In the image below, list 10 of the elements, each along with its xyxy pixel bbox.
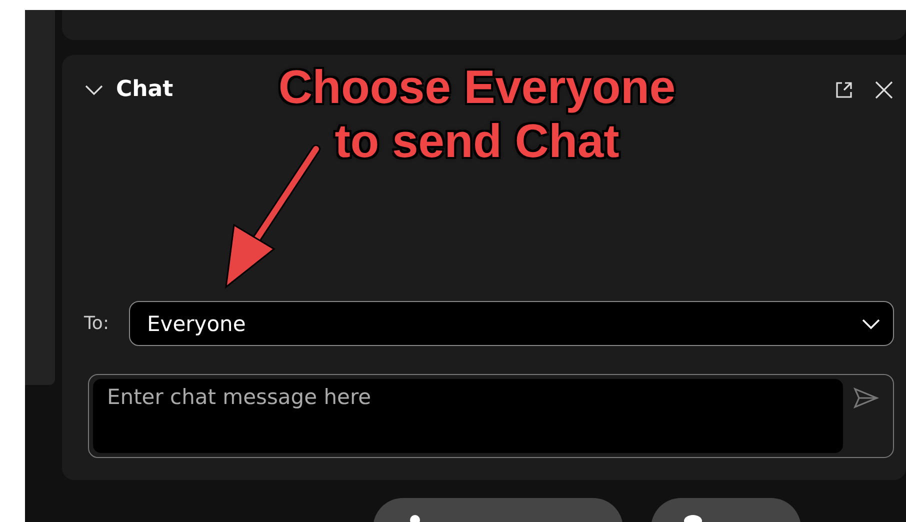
recipient-dropdown[interactable]: Everyone	[129, 301, 894, 346]
annotation-text: to send Chat	[334, 114, 620, 168]
annotation-text: Choose Everyone	[278, 60, 676, 114]
close-icon[interactable]	[874, 80, 894, 100]
chevron-down-icon	[861, 318, 881, 330]
to-label: To:	[84, 313, 110, 334]
message-field[interactable]: Enter chat message here	[88, 374, 894, 458]
pop-out-icon[interactable]	[834, 80, 854, 100]
chevron-down-icon[interactable]	[84, 84, 104, 96]
chat-title: Chat	[116, 77, 174, 102]
